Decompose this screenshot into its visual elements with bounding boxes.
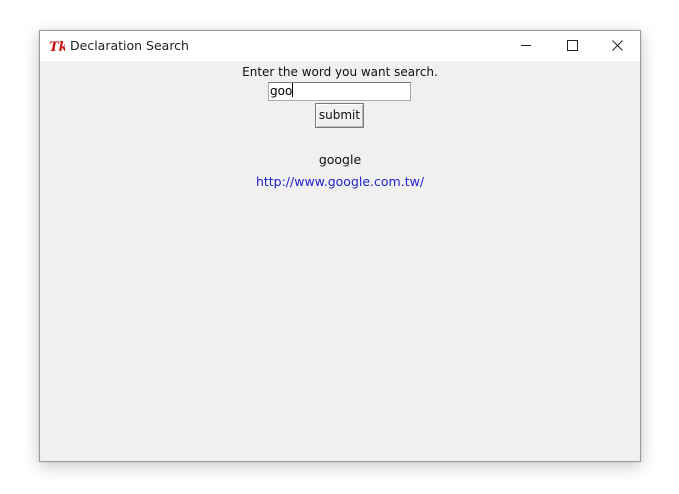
submit-button[interactable]: submit <box>315 103 364 128</box>
svg-text:Tk: Tk <box>49 40 65 54</box>
result-word: google <box>318 152 362 167</box>
search-input-value: goo <box>270 84 293 98</box>
minimize-icon <box>521 45 531 46</box>
text-caret <box>292 83 294 97</box>
search-input[interactable]: goo <box>268 82 411 101</box>
maximize-icon <box>567 40 578 51</box>
maximize-button[interactable] <box>549 31 595 61</box>
tk-feather-icon: Tk <box>49 38 68 55</box>
window-content: Enter the word you want search. goo subm… <box>40 61 640 461</box>
prompt-label: Enter the word you want search. <box>242 65 438 79</box>
close-icon <box>612 40 623 51</box>
result-link[interactable]: http://www.google.com.tw/ <box>40 174 640 189</box>
minimize-button[interactable] <box>503 31 549 61</box>
title-bar[interactable]: Tk Declaration Search <box>40 31 640 61</box>
close-button[interactable] <box>594 31 640 61</box>
app-window: Tk Declaration Search Enter the word you… <box>39 30 641 462</box>
window-title: Declaration Search <box>70 38 189 53</box>
